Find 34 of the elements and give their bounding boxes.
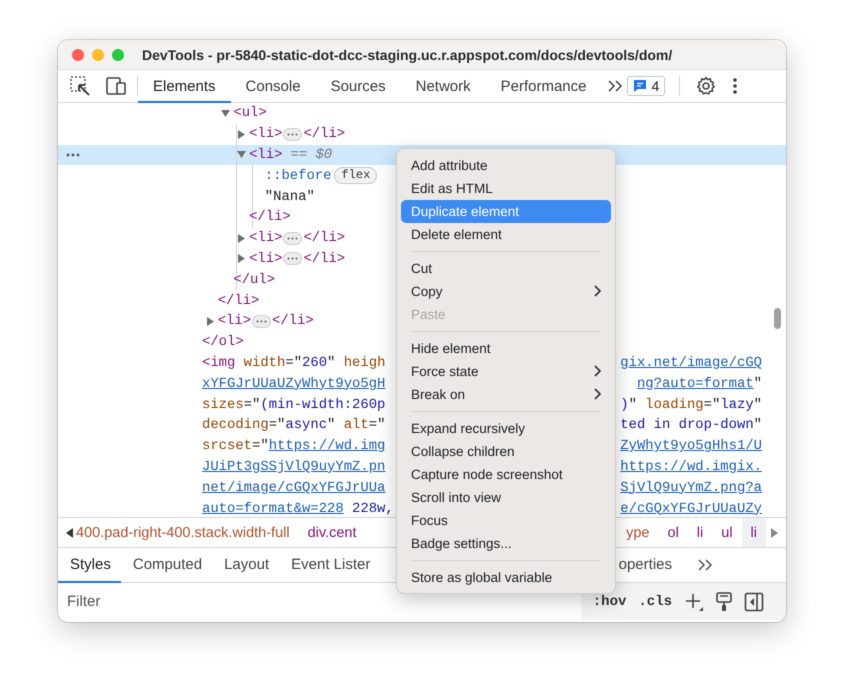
code-line: decoding="async" alt=" [202,417,386,434]
code-line: ted in drop-down" [620,417,762,434]
html-tag: <li> [218,313,252,330]
html-tag: <li> [249,126,282,142]
html-tag: <li> [249,250,282,267]
html-tag: </li> [218,292,260,309]
html-tag: </li> [272,313,314,330]
code-line: JUiPt3gSSjVlQ9uyYmZ.pn [202,458,386,475]
html-tag: </li> [303,230,346,246]
html-tag: <li> [249,146,282,163]
window-title: DevTools - pr-5840-static-dot-dcc-staging.uc.r.appspot.com/docs/devtools/dom/ [142,46,672,62]
html-tag: <ul> [233,105,267,122]
html-tag: <li> [249,230,282,246]
code-line: net/image/cGQxYFGJrUUa [202,480,386,496]
code-line: https://wd.imgix. [620,458,762,475]
code-line: sizes="(min-width:260p [202,396,386,413]
code-line: SjVlQ9uyYmZ.png?a [620,480,762,496]
html-tag: </ul> [233,272,276,288]
console-reference: == $0 [290,146,332,163]
pseudo-element: ::before [264,168,332,184]
code-line: <img width="260" heigh [202,354,386,371]
text-content: "Nana" [264,188,315,205]
code-line: xYFGJrUUaUZyWhyt9yo5gH [202,376,386,392]
code-line: auto=format&w=228 228w, [202,500,394,517]
code-line: gix.net/image/cGQ [620,354,762,371]
code-line: e/cGQxYFGJrUUaUZy [620,500,762,517]
code-line: srcset="https://wd.img [202,438,386,454]
html-tag: </ol> [202,334,244,350]
html-tag: </li> [303,250,346,267]
html-tag: </li> [249,209,291,226]
code-line: ng?auto=format" [636,376,762,392]
code-line: )" loading="lazy" [620,396,762,413]
code-line: ZyWhyt9yo5gHhs1/U [620,438,762,454]
html-tag: </li> [303,126,346,142]
